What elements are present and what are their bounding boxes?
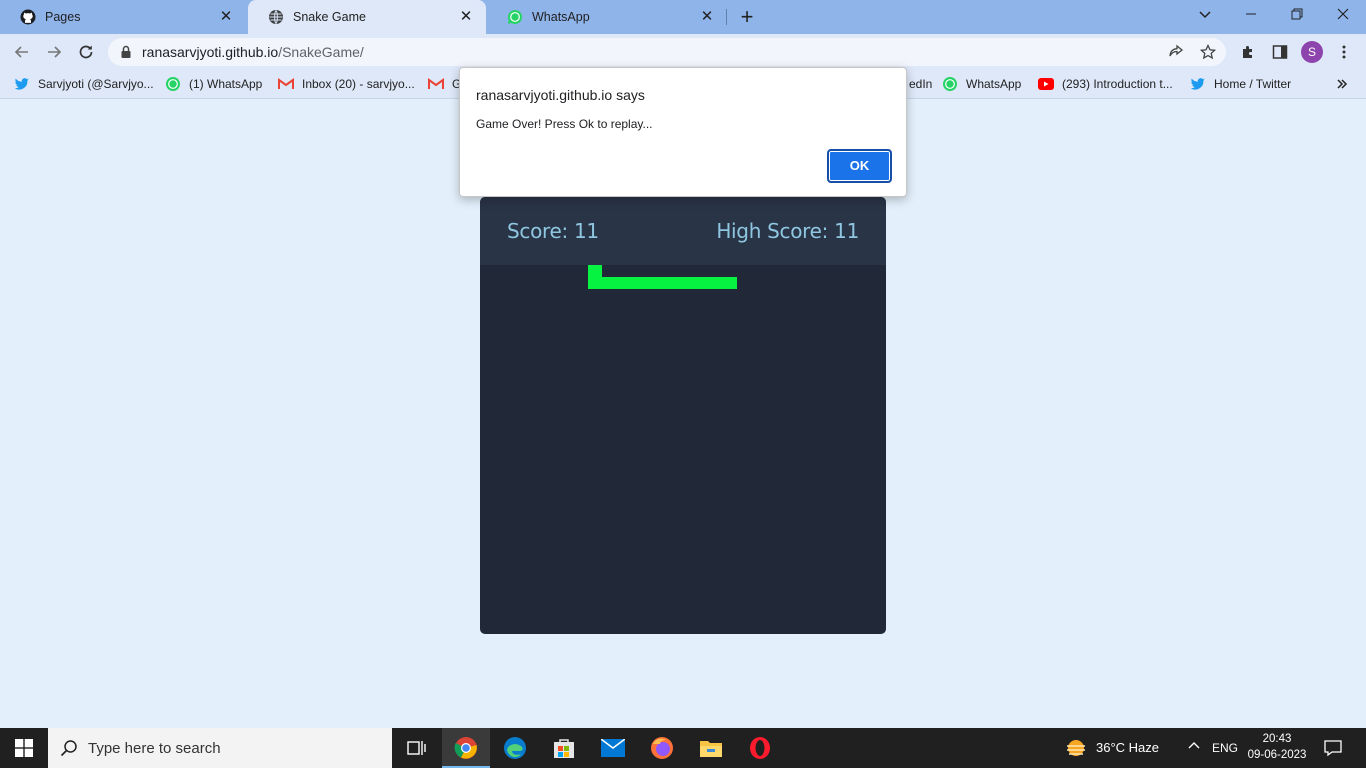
score-label: Score: 11 <box>507 219 599 243</box>
clock-time: 20:43 <box>1262 733 1292 745</box>
game-board[interactable] <box>480 265 886 634</box>
youtube-icon <box>1038 76 1054 92</box>
whatsapp-icon <box>507 9 523 25</box>
bookmark-label: Sarvjyoti (@Sarvjyo... <box>38 77 154 91</box>
whatsapp-icon <box>165 76 181 92</box>
search-placeholder: Type here to search <box>88 740 221 757</box>
windows-taskbar: Type here to search 36°C Haze ENG 20:43 … <box>0 728 1366 768</box>
tab-whatsapp[interactable]: WhatsApp ✕ <box>487 0 727 34</box>
bookmark-item[interactable]: Sarvjyoti (@Sarvjyo... <box>14 75 154 93</box>
url-path: /SnakeGame/ <box>278 44 364 60</box>
dialog-title: ranasarvjyoti.github.io says <box>476 87 645 103</box>
chrome-icon[interactable] <box>442 728 490 768</box>
twitter-icon <box>1190 76 1206 92</box>
bookmark-item[interactable]: WhatsApp <box>942 75 1021 93</box>
side-panel-icon[interactable] <box>1270 42 1290 62</box>
back-button[interactable] <box>12 42 32 62</box>
bookmark-star-icon[interactable] <box>1200 44 1216 60</box>
snake-game-container: Score: 11 High Score: 11 <box>480 197 886 634</box>
whatsapp-icon <box>942 76 958 92</box>
firefox-icon[interactable] <box>638 728 686 768</box>
bookmark-label: (293) Introduction t... <box>1062 77 1173 91</box>
url-host: ranasarvjyoti.github.io <box>142 44 279 60</box>
system-clock[interactable]: 20:43 09-06-2023 <box>1240 731 1314 763</box>
opera-icon[interactable] <box>736 728 784 768</box>
bookmark-label: Home / Twitter <box>1214 77 1292 91</box>
gmail-icon <box>428 76 444 92</box>
edge-icon[interactable] <box>491 728 539 768</box>
file-explorer-icon[interactable] <box>687 728 735 768</box>
bookmark-item[interactable]: edIn <box>909 75 932 93</box>
reload-button[interactable] <box>76 42 96 62</box>
bookmark-item[interactable]: Inbox (20) - sarvjyo... <box>278 75 415 93</box>
more-menu-icon[interactable] <box>1334 42 1354 62</box>
globe-icon <box>268 9 284 25</box>
bookmark-item[interactable]: Home / Twitter <box>1190 75 1291 93</box>
close-tab-icon[interactable]: ✕ <box>218 9 234 25</box>
close-tab-icon[interactable]: ✕ <box>699 9 715 25</box>
search-icon <box>60 739 78 762</box>
dialog-message: Game Over! Press Ok to replay... <box>476 117 653 131</box>
bookmark-label: Inbox (20) - sarvjyo... <box>302 77 415 91</box>
bookmark-label: WhatsApp <box>966 77 1022 91</box>
tab-strip: Pages ✕ Snake Game ✕ WhatsApp ✕ + <box>0 0 1366 34</box>
language-indicator[interactable]: ENG <box>1212 741 1238 755</box>
bookmark-item[interactable]: (1) WhatsApp <box>165 75 262 93</box>
minimize-button[interactable] <box>1238 4 1264 26</box>
url-text[interactable]: ranasarvjyoti.github.io/SnakeGame/ <box>142 44 364 60</box>
tab-snake-game[interactable]: Snake Game ✕ <box>248 0 486 34</box>
close-window-button[interactable] <box>1330 4 1356 26</box>
lock-icon[interactable] <box>120 45 132 64</box>
bookmark-item[interactable]: G <box>428 75 461 93</box>
snake-body <box>588 277 737 289</box>
browser-toolbar: ranasarvjyoti.github.io/SnakeGame/ S <box>0 34 1366 70</box>
weather-text[interactable]: 36°C Haze <box>1096 740 1159 755</box>
tab-separator <box>726 9 727 25</box>
weather-icon[interactable] <box>1064 738 1088 761</box>
tab-title: Pages <box>45 10 81 24</box>
tab-title: WhatsApp <box>532 10 590 24</box>
restore-button[interactable] <box>1284 4 1310 26</box>
ok-button[interactable]: OK <box>827 149 892 183</box>
new-tab-button[interactable]: + <box>737 6 757 28</box>
bookmark-label: (1) WhatsApp <box>189 77 263 91</box>
address-bar[interactable]: ranasarvjyoti.github.io/SnakeGame/ <box>108 38 1226 66</box>
bookmark-label: edIn <box>909 77 933 91</box>
clock-date: 09-06-2023 <box>1247 749 1307 761</box>
github-icon <box>20 9 36 25</box>
extensions-icon[interactable] <box>1238 42 1258 62</box>
tab-search-icon[interactable] <box>1192 4 1218 26</box>
bookmark-item[interactable]: (293) Introduction t... <box>1038 75 1173 93</box>
profile-avatar[interactable]: S <box>1301 41 1323 63</box>
notifications-icon[interactable] <box>1324 739 1342 760</box>
forward-button[interactable] <box>44 42 64 62</box>
close-tab-icon[interactable]: ✕ <box>458 9 474 25</box>
mail-icon[interactable] <box>589 728 637 768</box>
taskbar-search[interactable]: Type here to search <box>48 728 392 768</box>
gmail-icon <box>278 76 294 92</box>
share-icon[interactable] <box>1168 44 1184 60</box>
microsoft-store-icon[interactable] <box>540 728 588 768</box>
tab-title: Snake Game <box>293 10 366 24</box>
windows-start-icon[interactable] <box>0 728 48 768</box>
bookmarks-overflow-icon[interactable] <box>1336 75 1348 93</box>
twitter-icon <box>14 76 30 92</box>
tab-pages[interactable]: Pages ✕ <box>0 0 246 34</box>
task-view-icon[interactable] <box>392 728 440 768</box>
alert-dialog: ranasarvjyoti.github.io says Game Over! … <box>459 67 907 197</box>
high-score-label: High Score: 11 <box>716 219 859 243</box>
score-header: Score: 11 High Score: 11 <box>480 197 886 265</box>
tray-overflow-icon[interactable] <box>1187 739 1201 756</box>
